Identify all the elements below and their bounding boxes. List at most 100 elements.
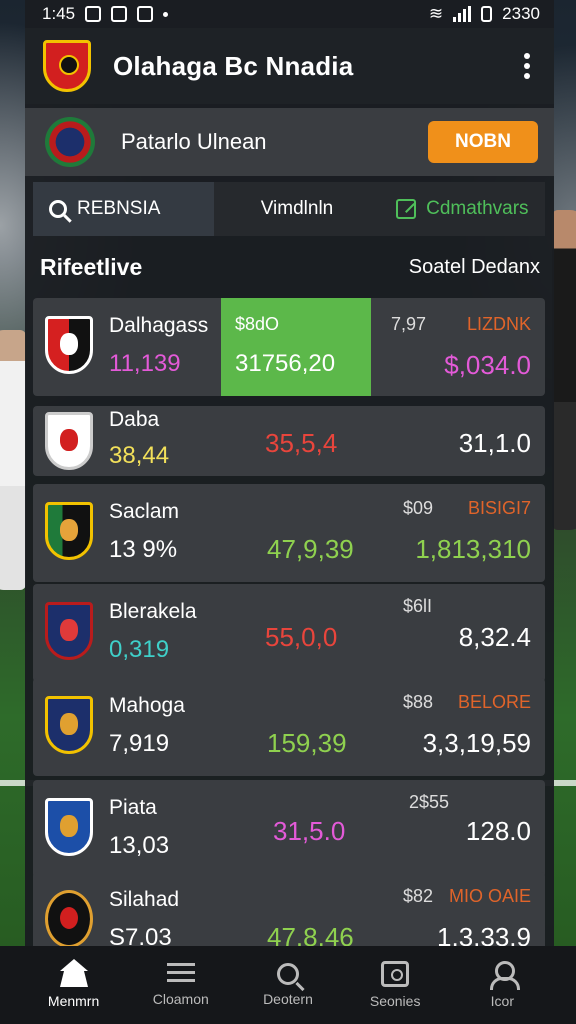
app-title: Olahaga Bc Nnadia [113,50,354,81]
row-small-value: 2$55 [409,792,450,812]
notification-icon [85,6,102,22]
team-bar: Patarlo Ulnean NOBN [25,108,554,176]
row-small-value: $09 [403,498,434,518]
row-small-value: 7,97 [391,314,427,334]
row-sub-value: 11,139 [109,350,181,377]
row-sub-value: 0,319 [109,636,170,663]
row-small-value: $6lI [403,596,433,616]
row-sub-value: 38,44 [109,442,170,469]
nav-item-home[interactable]: Menmrn [29,959,119,1009]
bottom-navigation: Menmrn Cloamon Deotern Seonies Icor [0,946,576,1024]
list-item[interactable]: Silahad S7.03 $82 MIO OAIE 47.8.46 1,3,3… [33,872,545,952]
section-header: Rifeetlive Soatel Dedanx [40,254,540,281]
row-small-value: $82 [403,886,434,906]
image-notification-icon [137,6,154,22]
search-icon [49,200,67,218]
row-mid-value: 47,9,39 [267,534,354,564]
nav-label: Menmrn [47,993,100,1009]
row-mid-value: 159,39 [267,728,347,758]
row-mid-value: 55,0,0 [265,622,338,652]
tab-third[interactable]: Cdmathvars [380,182,545,236]
highlight-value: 31756,20 [235,350,336,377]
tab-label: REBNSIA [77,198,161,219]
list-item[interactable]: Mahoga 7,919 $88 BELORE 159,39 3,3,19,59 [33,678,545,776]
row-name: Blerakela [109,600,197,623]
list-item[interactable]: Dalhagass 11,139 $8dO 31756,20 7,97 LIZD… [33,298,545,396]
tab-label: Cdmathvars [426,198,529,219]
tab-label: Vimdlnln [260,198,334,219]
search-icon [276,963,299,985]
row-name: Mahoga [109,694,185,717]
row-right-value: 128.0 [465,816,531,846]
team-crest-icon [45,502,93,560]
team-crest-icon [45,696,93,754]
team-name: Patarlo Ulnean [121,129,267,154]
list-item[interactable]: Piata 13,03 2$55 31,5.0 128.0 [33,780,545,878]
row-right-value: 8,32.4 [458,622,531,652]
more-options-icon[interactable] [518,47,536,85]
photo-icon [381,961,410,987]
nav-item-photos[interactable]: Seonies [350,961,440,1009]
more-notifications-dot [163,11,169,17]
home-icon [59,959,88,987]
signal-icon [453,6,472,22]
team-crest-icon [45,316,93,374]
row-name: Saclam [109,500,180,523]
team-crest-icon [45,412,93,470]
app-logo [43,40,91,92]
battery-level: 2330 [502,4,540,23]
tab-second[interactable]: Vimdlnln [214,182,379,236]
highlighted-odds-cell[interactable]: $8dO 31756,20 [221,298,371,396]
section-title: Rifeetlive [40,254,143,280]
team-crest-icon [45,602,93,660]
row-name: Silahad [109,888,180,911]
app-header: Olahaga Bc Nnadia [25,28,554,104]
row-name: Piata [109,796,157,819]
player-left-image [0,330,26,590]
row-right-value: $,034.0 [444,350,531,380]
nav-item-profile[interactable]: Icor [457,961,547,1009]
nav-item-search[interactable]: Deotern [243,963,333,1007]
nav-label: Icor [490,993,515,1009]
nav-label: Cloamon [152,991,209,1007]
row-mid-value: 31,5.0 [273,816,346,846]
team-crest-icon [45,798,93,856]
status-bar: 1:45 ≋ 2330 [0,0,576,28]
row-small-value: $88 [403,692,434,712]
edit-icon [396,199,417,219]
row-name: Daba [109,408,160,431]
team-logo [45,117,95,167]
team-crest-icon [45,890,93,948]
player-right-image [552,210,576,530]
row-name: Dalhagass [109,314,209,337]
app-notification-icon [111,6,128,22]
list-icon [166,963,195,985]
row-tag: LIZDNK [466,314,531,334]
nav-label: Deotern [263,991,313,1007]
team-action-button[interactable]: NOBN [428,121,538,163]
battery-icon [481,6,493,22]
row-right-value: 1,813,310 [415,534,531,564]
list-item[interactable]: Saclam 13 9% $09 BISIGI7 47,9,39 1,813,3… [33,484,545,582]
nav-item-list[interactable]: Cloamon [136,963,226,1007]
section-link[interactable]: Soatel Dedanx [409,256,540,279]
row-tag: BISIGI7 [467,498,531,518]
row-sub-value: 7,919 [109,730,170,757]
list-item[interactable]: Daba 38,44 35,5,4 31,1.0 [33,406,545,476]
list-item[interactable]: Blerakela 0,319 $6lI 55,0,0 8,32.4 [33,584,545,682]
nav-label: Seonies [369,993,421,1009]
row-sub-value: 13 9% [109,536,178,563]
status-time: 1:45 [42,4,76,23]
row-right-value: 3,3,19,59 [422,728,531,758]
row-tag: BELORE [457,692,531,712]
row-right-value: 31,1.0 [458,428,531,458]
row-tag: MIO OAIE [448,886,531,906]
row-mid-value: 35,5,4 [265,428,338,458]
wifi-icon: ≋ [428,4,444,23]
row-sub-value: 13,03 [109,832,170,859]
tab-bar: REBNSIA Vimdlnln Cdmathvars [33,182,545,236]
tab-search[interactable]: REBNSIA [33,182,215,236]
user-icon [490,961,521,990]
app-container: Olahaga Bc Nnadia Patarlo Ulnean NOBN RE… [25,0,554,1024]
highlight-label: $8dO [235,314,280,334]
